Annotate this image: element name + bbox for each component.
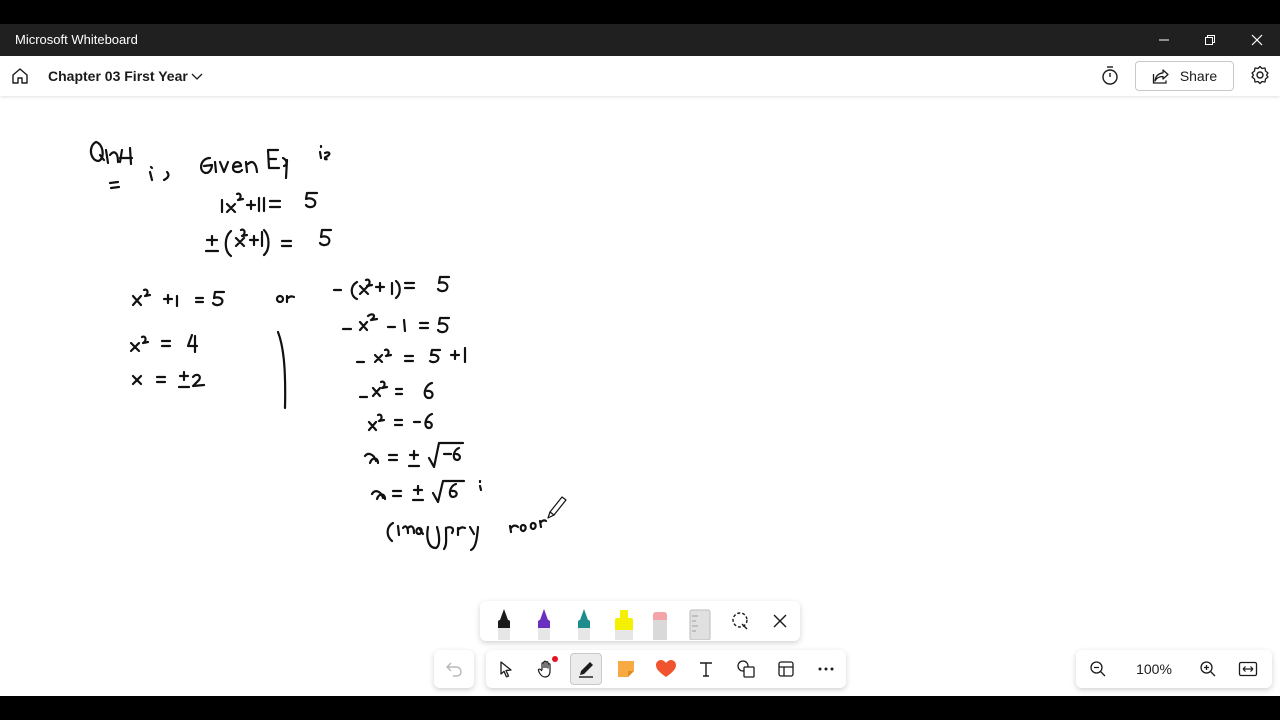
sticky-note-tool[interactable]	[610, 653, 642, 685]
home-icon	[12, 68, 28, 84]
heart-icon	[656, 660, 676, 677]
text-icon	[700, 662, 712, 677]
bottom-black-bar	[0, 696, 1280, 720]
zoom-in-button[interactable]	[1192, 653, 1224, 685]
more-options-button[interactable]	[810, 653, 842, 685]
app-title: Microsoft Whiteboard	[15, 32, 138, 47]
zoom-panel: 100%	[1076, 650, 1272, 688]
top-black-bar	[0, 0, 1280, 24]
pen-icon	[579, 662, 593, 678]
black-pen[interactable]	[488, 605, 520, 641]
undo-panel	[434, 650, 474, 688]
gear-icon[interactable]	[1250, 65, 1270, 85]
ink-line-question	[89, 140, 331, 190]
minimize-button[interactable]	[1141, 24, 1187, 56]
templates-tool[interactable]	[770, 653, 802, 685]
share-label: Share	[1179, 68, 1218, 84]
chevron-down-icon[interactable]	[190, 69, 204, 83]
pointer-icon	[500, 661, 512, 678]
fit-to-screen-button[interactable]	[1232, 653, 1264, 685]
teal-pen-icon	[578, 609, 590, 640]
close-pen-tray-button[interactable]	[764, 605, 796, 637]
timer-icon[interactable]	[1100, 65, 1120, 87]
more-icon	[818, 667, 834, 671]
close-icon	[1251, 34, 1263, 46]
board-title[interactable]: Chapter 03 First Year	[48, 68, 188, 84]
zoom-in-icon	[1200, 661, 1216, 677]
ink-left-branch	[129, 330, 287, 410]
text-tool[interactable]	[690, 653, 722, 685]
sticky-note-icon	[618, 661, 634, 677]
eraser[interactable]	[644, 605, 676, 641]
select-tool[interactable]	[490, 653, 522, 685]
zoom-out-icon	[1090, 661, 1106, 677]
ink-right-branch	[341, 313, 483, 504]
lasso-select[interactable]	[724, 605, 756, 637]
share-button[interactable]: Share	[1135, 61, 1234, 91]
pen-tray	[480, 601, 800, 641]
ink-line-case-split	[131, 275, 451, 308]
eraser-icon	[653, 612, 667, 640]
purple-pen[interactable]	[528, 605, 560, 641]
ruler-icon	[689, 609, 711, 640]
restore-button[interactable]	[1187, 24, 1233, 56]
zoom-out-button[interactable]	[1082, 653, 1114, 685]
close-window-button[interactable]	[1234, 24, 1280, 56]
zoom-level: 100%	[1136, 661, 1172, 677]
pen-cursor-icon	[547, 496, 567, 519]
app-header: Chapter 03 First Year Share	[0, 56, 1280, 96]
pan-tool[interactable]	[530, 653, 562, 685]
fit-screen-icon	[1238, 661, 1258, 677]
ink-line-plus-minus	[204, 228, 333, 258]
teal-pen[interactable]	[568, 605, 600, 641]
title-bar: Microsoft Whiteboard	[0, 24, 1280, 56]
reactions-tool[interactable]	[650, 653, 682, 685]
share-icon	[1152, 69, 1169, 84]
tool-tray	[486, 650, 846, 688]
hand-icon	[537, 660, 551, 678]
highlighter-icon	[615, 610, 633, 640]
pen-tool[interactable]	[570, 653, 602, 685]
close-icon	[773, 614, 787, 628]
shapes-tool[interactable]	[730, 653, 762, 685]
purple-pen-icon	[538, 609, 550, 640]
ruler[interactable]	[684, 605, 716, 641]
restore-icon	[1205, 35, 1215, 45]
undo-icon	[446, 662, 462, 677]
minimize-icon	[1159, 39, 1169, 41]
home-button[interactable]	[8, 64, 32, 88]
yellow-highlighter[interactable]	[608, 605, 640, 641]
black-pen-icon	[498, 609, 510, 640]
template-icon	[778, 661, 794, 677]
ink-imaginary-note	[386, 519, 548, 552]
shapes-icon	[737, 660, 755, 678]
undo-button[interactable]	[438, 653, 470, 685]
ink-line-abs-equation	[220, 191, 319, 214]
lasso-icon	[732, 612, 748, 630]
active-dot-icon	[552, 656, 558, 662]
